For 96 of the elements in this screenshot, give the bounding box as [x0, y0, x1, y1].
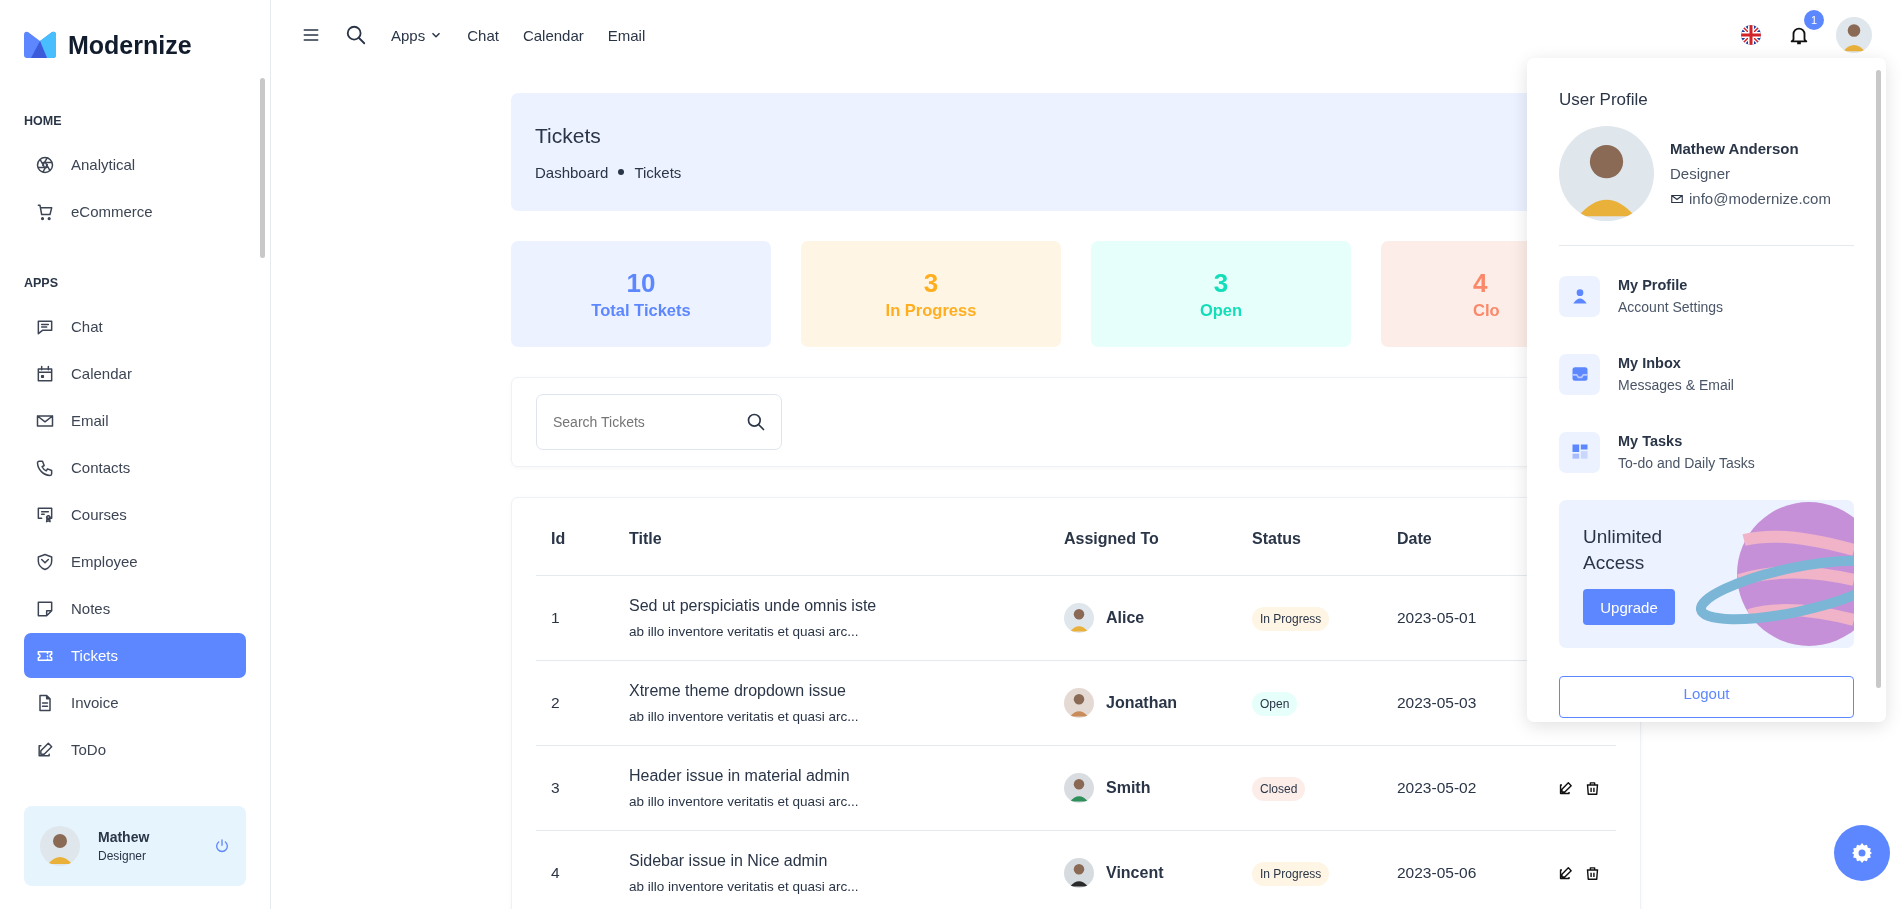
section-heading: HOME — [24, 114, 63, 128]
ticket-description: ab illo inventore veritatis et quasi arc... — [629, 794, 860, 809]
nav-link[interactable]: Email — [607, 26, 646, 44]
assignee-name: Jonathan — [1106, 694, 1178, 712]
menu-icon — [1559, 275, 1600, 317]
sidebar-item[interactable]: Employee — [24, 539, 246, 584]
status-badge: In Progress — [1252, 607, 1330, 631]
ticket-description: ab illo inventore veritatis et quasi arc... — [629, 709, 860, 724]
menu-icon — [1559, 431, 1600, 473]
delete-icon[interactable] — [1584, 779, 1601, 797]
column-header: Id — [551, 530, 567, 548]
flag-icon[interactable] — [1740, 24, 1762, 46]
profile-role: Designer — [1670, 165, 1732, 182]
ticket-description: ab illo inventore veritatis et quasi arc... — [629, 624, 860, 639]
table-cell-text: 2023-05-01 — [1397, 609, 1478, 627]
notification-badge: 1 — [1804, 10, 1824, 30]
status-badge: Open — [1252, 692, 1298, 716]
assignee-name: Vincent — [1106, 864, 1164, 882]
user-name: Mathew — [98, 829, 151, 845]
sidebar-item[interactable]: Courses — [24, 492, 246, 537]
edit-icon[interactable] — [1557, 864, 1574, 882]
column-header: Assigned To — [1064, 530, 1160, 548]
table-cell-text: 2023-05-06 — [1397, 864, 1478, 882]
stat-value: 4 — [1473, 268, 1488, 299]
table-cell-text: 4 — [551, 864, 561, 882]
avatar — [1064, 773, 1094, 803]
nav-link[interactable]: Apps — [391, 26, 444, 44]
sidebar-item[interactable]: Calendar — [24, 351, 246, 396]
scrollbar[interactable] — [260, 78, 265, 258]
ticket-title: Xtreme theme dropdown issue — [629, 682, 847, 700]
sidebar-item[interactable]: Notes — [24, 586, 246, 631]
column-header: Title — [629, 530, 663, 548]
profile-email: info@modernize.com — [1689, 190, 1831, 207]
scrollbar[interactable] — [1876, 70, 1881, 688]
status-badge: Closed — [1252, 777, 1306, 801]
delete-icon[interactable] — [1584, 864, 1601, 882]
menu-icon — [35, 363, 55, 384]
settings-icon — [1850, 841, 1874, 865]
table-cell-text: 2023-05-02 — [1397, 779, 1478, 797]
menu-item[interactable]: My Tasks To-do and Daily Tasks — [1559, 422, 1854, 482]
search-icon[interactable] — [746, 412, 766, 432]
assignee-name: Alice — [1106, 609, 1145, 627]
table-cell-text: 2023-05-03 — [1397, 694, 1478, 712]
user-role: Designer — [98, 849, 148, 863]
menu-icon — [35, 551, 55, 572]
ticket-title: Header issue in material admin — [629, 767, 851, 785]
settings-button[interactable] — [1834, 825, 1890, 881]
avatar — [1064, 858, 1094, 888]
sidebar-item[interactable]: ToDo — [24, 727, 246, 772]
table-cell-text: 1 — [551, 609, 561, 627]
sidebar-item[interactable]: eCommerce — [24, 189, 246, 234]
search-icon[interactable] — [345, 24, 367, 46]
power-icon[interactable] — [214, 838, 230, 854]
sidebar-item[interactable]: Invoice — [24, 680, 246, 725]
ticket-title: Sed ut perspiciatis unde omnis iste — [629, 597, 878, 615]
sidebar-item[interactable]: Chat — [24, 304, 246, 349]
stat-label: In Progress — [885, 301, 977, 320]
stat-label: Clo — [1473, 301, 1500, 320]
avatar — [40, 826, 80, 866]
table-cell-text: 2 — [551, 694, 561, 712]
ticket-description: ab illo inventore veritatis et quasi arc... — [629, 879, 860, 894]
sidebar-item[interactable]: Analytical — [24, 142, 246, 187]
stat-label: Total Tickets — [591, 301, 691, 320]
stat-value: 10 — [626, 268, 656, 299]
avatar[interactable] — [1836, 17, 1872, 53]
stat-value: 3 — [923, 268, 939, 299]
nav-link[interactable]: Chat — [467, 26, 499, 44]
menu-item[interactable]: My Inbox Messages & Email — [1559, 344, 1854, 404]
nav-link[interactable]: Calendar — [522, 26, 584, 44]
table-cell-text: 3 — [551, 779, 561, 797]
profile-name: Mathew Anderson — [1670, 140, 1800, 157]
section-heading: APPS — [24, 276, 60, 290]
menu-item[interactable]: My Profile Account Settings — [1559, 266, 1854, 326]
avatar — [1064, 603, 1094, 633]
sidebar-item[interactable]: Email — [24, 398, 246, 443]
assignee-name: Smith — [1106, 779, 1151, 797]
stat-value: 3 — [1213, 268, 1229, 299]
avatar — [1064, 688, 1094, 718]
search-field[interactable]: Search Tickets — [536, 394, 782, 450]
logo-icon — [22, 31, 58, 59]
dropdown-title: User Profile — [1559, 90, 1649, 110]
column-header: Date — [1397, 530, 1433, 548]
column-header: Status — [1252, 530, 1302, 548]
breadcrumb-separator — [618, 169, 625, 175]
ticket-title: Sidebar issue in Nice admin — [629, 852, 829, 870]
sidebar-item[interactable]: Contacts — [24, 445, 246, 490]
stat-label: Open — [1199, 301, 1243, 320]
breadcrumb-link[interactable]: Dashboard — [535, 163, 609, 181]
status-badge: In Progress — [1252, 862, 1330, 886]
brand-name: Modernize — [68, 30, 192, 60]
page-title: Tickets — [535, 123, 602, 148]
promo-title: Unlimited Access — [1583, 525, 1664, 575]
edit-icon[interactable] — [1557, 779, 1574, 797]
breadcrumb-link[interactable]: Tickets — [634, 163, 682, 181]
menu-icon — [35, 154, 55, 175]
menu-icon — [1559, 353, 1600, 395]
